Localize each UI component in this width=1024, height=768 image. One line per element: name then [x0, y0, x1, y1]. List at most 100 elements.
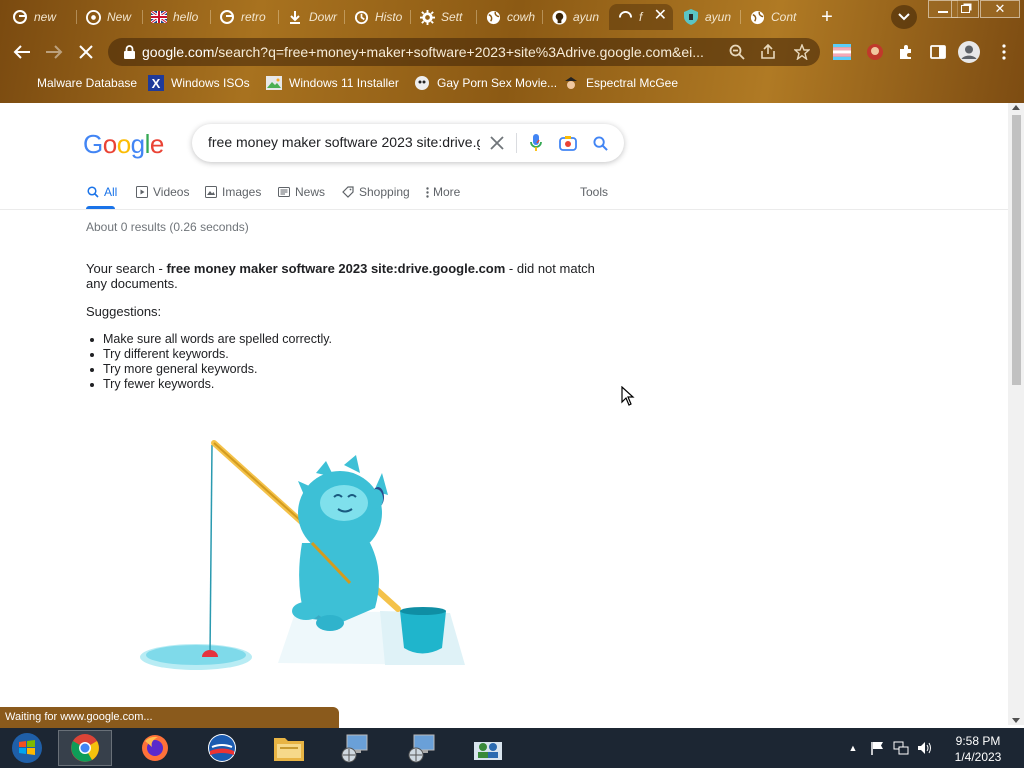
- folder-icon: [274, 738, 304, 761]
- result-stats: About 0 results (0.26 seconds): [86, 220, 249, 234]
- tab-0[interactable]: new: [4, 4, 68, 30]
- scroll-down-arrow[interactable]: [1012, 718, 1020, 723]
- volume-icon[interactable]: [917, 740, 933, 756]
- taskbar-network-app-2[interactable]: [395, 730, 449, 766]
- taskbar-file-explorer[interactable]: [262, 730, 316, 766]
- tab-label: New: [107, 10, 132, 24]
- forward-button[interactable]: [42, 41, 66, 63]
- search-input[interactable]: free money maker software 2023 site:driv…: [208, 134, 480, 150]
- tab-label: ayun: [573, 10, 600, 24]
- tab-8[interactable]: ayun: [543, 4, 607, 30]
- search-icon: [86, 186, 99, 199]
- globe-icon: [749, 9, 765, 25]
- taskbar-users-app[interactable]: [461, 730, 515, 766]
- bookmark-espectral-mcgee[interactable]: Espectral McGee: [563, 75, 678, 91]
- lock-icon[interactable]: [120, 44, 138, 60]
- page-scrollbar[interactable]: [1008, 103, 1024, 725]
- search-nav-tabs: All Videos Images News Shopping More Too…: [0, 177, 1008, 210]
- scrollbar-thumb[interactable]: [1012, 115, 1021, 385]
- tab-3[interactable]: retro: [211, 4, 277, 30]
- menu-kebab-icon[interactable]: [995, 43, 1013, 61]
- close-window-button[interactable]: ✕: [980, 0, 1020, 18]
- tab-6[interactable]: Sett: [411, 4, 475, 30]
- taskbar-firefox[interactable]: [128, 730, 182, 766]
- share-icon[interactable]: [759, 44, 777, 60]
- bookmark-star-icon[interactable]: [793, 44, 811, 60]
- bookmark-label: Gay Porn Sex Movie...: [437, 76, 558, 90]
- address-bar[interactable]: google.com/search?q=free+money+maker+sof…: [108, 38, 820, 66]
- extensions-puzzle-icon[interactable]: [897, 43, 915, 61]
- tab-4[interactable]: Dowr: [279, 4, 343, 30]
- tab-10[interactable]: ayun: [675, 4, 739, 30]
- taskbar-clock[interactable]: 9:58 PM 1/4/2023: [944, 733, 1012, 765]
- arrow-right-icon: [46, 45, 63, 59]
- news-icon: [277, 186, 290, 199]
- tab-news[interactable]: News: [277, 185, 325, 199]
- logo-letter: o: [116, 129, 131, 159]
- tab-strip: new New hello retro Dowr Histo Sett cowh…: [0, 0, 1024, 34]
- tab-shopping[interactable]: Shopping: [341, 185, 410, 199]
- bookmark-malware-database[interactable]: Malware Database: [14, 75, 137, 91]
- google-logo[interactable]: Google: [83, 129, 164, 160]
- new-tab-button[interactable]: +: [815, 6, 839, 28]
- extension-avatar-icon[interactable]: [866, 43, 884, 61]
- scroll-up-arrow[interactable]: [1012, 105, 1020, 110]
- taskbar-app-obama[interactable]: [195, 730, 249, 766]
- tab-7[interactable]: cowh: [477, 4, 541, 30]
- download-icon: [287, 9, 303, 25]
- suggestion-item: Try more general keywords.: [89, 362, 332, 377]
- search-box[interactable]: free money maker software 2023 site:driv…: [192, 124, 624, 162]
- tab-2[interactable]: hello: [143, 4, 209, 30]
- profile-avatar-icon[interactable]: [958, 41, 980, 63]
- bookmarks-bar: Malware Database X Windows ISOs Windows …: [0, 70, 1024, 98]
- bookmark-windows-isos[interactable]: X Windows ISOs: [148, 75, 250, 91]
- zoom-icon[interactable]: [728, 44, 746, 60]
- bookmark-label: Windows 11 Installer: [289, 76, 399, 90]
- tab-videos[interactable]: Videos: [135, 185, 189, 199]
- chrome-icon: [71, 734, 99, 762]
- tab-11[interactable]: Cont: [741, 4, 805, 30]
- tab-9-active[interactable]: f ✕: [609, 4, 673, 30]
- character-icon: [563, 75, 579, 91]
- tab-label: Dowr: [309, 10, 338, 24]
- bookmark-movie-site[interactable]: Gay Porn Sex Movie...: [414, 75, 557, 91]
- no-results-message: Your search - free money maker software …: [86, 261, 616, 291]
- tools-button[interactable]: Tools: [580, 185, 608, 199]
- clear-search-icon[interactable]: [488, 134, 506, 152]
- taskbar-network-app[interactable]: [328, 730, 382, 766]
- mouse-cursor: [621, 385, 635, 409]
- tab-more[interactable]: More: [425, 185, 460, 199]
- side-panel-icon[interactable]: [929, 43, 947, 61]
- search-icon[interactable]: [591, 134, 609, 152]
- tools-label: Tools: [580, 185, 609, 199]
- action-center-flag-icon[interactable]: [869, 740, 885, 756]
- tab-label: Sett: [441, 10, 463, 24]
- extension-flag-icon[interactable]: [833, 43, 851, 61]
- tray-expand-icon[interactable]: ▲: [845, 740, 861, 756]
- image-icon: [266, 75, 282, 91]
- fishing-yeti-image: [140, 440, 465, 670]
- bookmark-windows-11-installer[interactable]: Windows 11 Installer: [266, 75, 399, 91]
- close-tab-icon[interactable]: ✕: [654, 8, 667, 24]
- chrome-icon: [85, 9, 101, 25]
- tab-5[interactable]: Histo: [345, 4, 409, 30]
- tab-1[interactable]: New: [77, 4, 139, 30]
- back-button[interactable]: [10, 41, 34, 63]
- history-icon: [353, 9, 369, 25]
- tab-images[interactable]: Images: [204, 185, 261, 199]
- tab-label: cowh: [507, 10, 536, 24]
- camera-lens-icon[interactable]: [559, 134, 577, 152]
- start-button[interactable]: [0, 730, 54, 766]
- tab-search-button[interactable]: [891, 5, 917, 29]
- microphone-icon[interactable]: [527, 134, 545, 152]
- stop-button[interactable]: [74, 41, 98, 63]
- ice-fishing-illustration: [130, 433, 480, 678]
- taskbar-chrome[interactable]: [58, 730, 112, 766]
- url-text[interactable]: google.com/search?q=free+money+maker+sof…: [142, 44, 722, 60]
- gear-icon: [419, 9, 435, 25]
- network-icon[interactable]: [893, 740, 909, 756]
- image-icon: [204, 186, 217, 199]
- logo-letter: e: [149, 129, 164, 159]
- tab-all[interactable]: All: [86, 185, 117, 199]
- restore-button[interactable]: [951, 0, 979, 18]
